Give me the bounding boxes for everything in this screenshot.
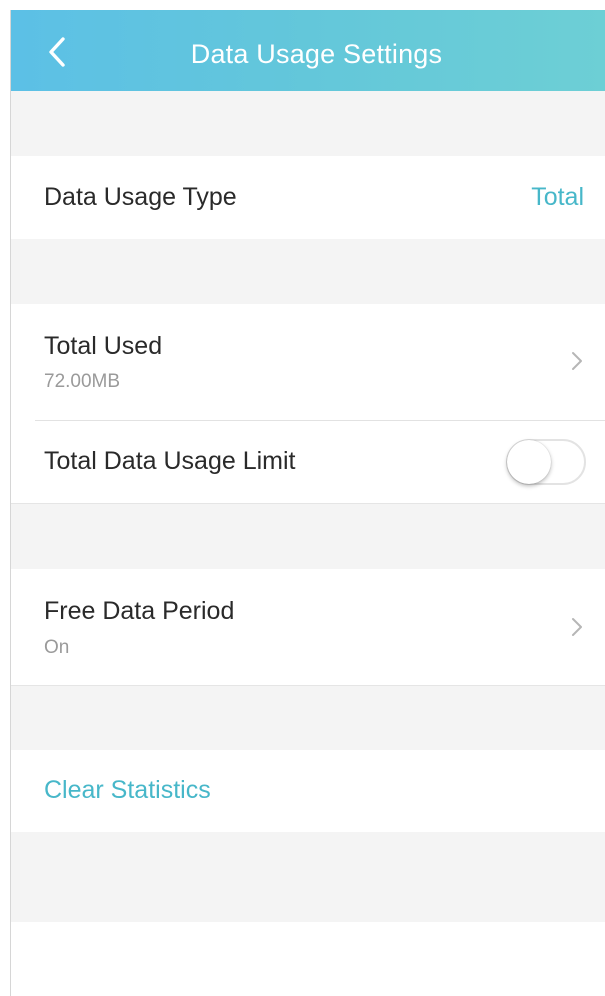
clear-statistics-row[interactable]: Clear Statistics bbox=[11, 750, 605, 832]
free-data-period-row[interactable]: Free Data Period On bbox=[11, 569, 605, 685]
free-data-period-label: Free Data Period bbox=[44, 597, 235, 625]
data-usage-type-label: Data Usage Type bbox=[44, 183, 237, 211]
chevron-right-icon bbox=[572, 618, 582, 636]
free-data-period-value: On bbox=[44, 637, 70, 658]
clear-statistics-button[interactable]: Clear Statistics bbox=[44, 776, 211, 805]
total-used-row[interactable]: Total Used 72.00MB bbox=[11, 304, 605, 420]
data-usage-type-row[interactable]: Data Usage Type Total bbox=[11, 156, 605, 239]
chevron-right-icon bbox=[572, 352, 582, 370]
total-used-value: 72.00MB bbox=[44, 371, 121, 392]
navigation-header: Data Usage Settings bbox=[11, 10, 605, 91]
page-title: Data Usage Settings bbox=[190, 39, 443, 69]
toggle-knob bbox=[507, 440, 551, 484]
section-spacer bbox=[11, 239, 605, 304]
data-usage-limit-label: Total Data Usage Limit bbox=[44, 447, 296, 475]
data-usage-limit-toggle[interactable] bbox=[506, 439, 586, 485]
section-spacer bbox=[11, 504, 605, 569]
section-spacer bbox=[11, 686, 605, 750]
data-usage-limit-row: Total Data Usage Limit bbox=[11, 421, 605, 503]
section-spacer bbox=[11, 91, 605, 156]
data-usage-type-value: Total bbox=[531, 183, 584, 211]
data-usage-settings-screen: Data Usage Settings Data Usage Type Tota… bbox=[10, 10, 605, 996]
back-button[interactable] bbox=[39, 32, 79, 72]
bottom-spacer bbox=[11, 832, 605, 922]
chevron-left-icon bbox=[49, 37, 65, 67]
total-used-label: Total Used bbox=[44, 332, 163, 360]
